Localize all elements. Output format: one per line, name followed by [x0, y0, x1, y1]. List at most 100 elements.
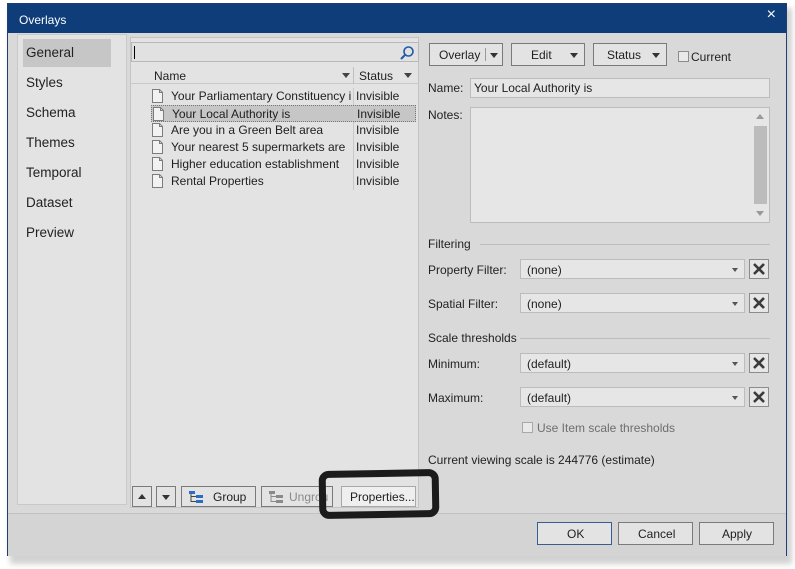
close-icon [753, 357, 765, 369]
search-input[interactable] [131, 42, 419, 62]
scrollbar-thumb[interactable] [754, 126, 767, 204]
nav-item-dataset[interactable]: Dataset [23, 189, 111, 217]
overlay-status: Invisible [356, 174, 400, 188]
overlay-name: Higher education establishment [171, 157, 340, 171]
overlay-list-panel: Name Status Your Parliamentary Constitue… [130, 37, 419, 508]
overlay-status: Invisible [356, 157, 400, 171]
overlay-name: Rental Properties [171, 174, 264, 188]
cell-divider [353, 173, 354, 190]
nav-item-general[interactable]: General [23, 39, 111, 67]
status-menu-label: Status [607, 47, 642, 62]
clear-property-filter-button[interactable] [749, 259, 769, 279]
cell-divider [354, 106, 355, 123]
window-title: Overlays [19, 13, 67, 27]
status-menu-button[interactable]: Status [593, 43, 667, 66]
clear-minimum-button[interactable] [749, 353, 769, 373]
overlay-name: Are you in a Green Belt area [171, 123, 324, 137]
spatial-filter-value: (none) [527, 297, 562, 311]
property-filter-select[interactable]: (none) [520, 259, 745, 279]
column-header-status[interactable]: Status [359, 69, 393, 83]
edit-menu-label: Edit [531, 47, 552, 62]
list-item[interactable]: Your Parliamentary Constituency is Invis… [151, 88, 416, 105]
details-panel: Overlay Edit Status Current Name: Your L… [428, 37, 783, 507]
arrow-up-icon [138, 494, 146, 499]
apply-button[interactable]: Apply [699, 522, 774, 545]
cell-divider [353, 156, 354, 173]
document-icon [152, 140, 163, 154]
spatial-filter-select[interactable]: (none) [520, 293, 745, 313]
nav-item-schema[interactable]: Schema [23, 99, 111, 127]
filtering-heading: Filtering [428, 237, 471, 251]
current-checkbox[interactable] [678, 51, 689, 62]
maximum-scale-select[interactable]: (default) [520, 387, 745, 407]
list-item[interactable]: Are you in a Green Belt area Invisible [151, 122, 416, 139]
scroll-down-icon[interactable] [756, 211, 764, 216]
ok-button-label: OK [567, 526, 585, 541]
chevron-down-icon [732, 396, 738, 400]
overlay-menu-label: Overlay [439, 47, 481, 62]
ungroup-icon [269, 491, 283, 503]
section-divider [480, 244, 770, 245]
overlay-name: Your nearest 5 supermarkets are [171, 140, 346, 154]
ok-button[interactable]: OK [537, 522, 612, 545]
clear-maximum-button[interactable] [749, 387, 769, 407]
notes-field[interactable] [470, 107, 770, 223]
chevron-down-icon [732, 362, 738, 366]
minimum-scale-value: (default) [527, 357, 572, 371]
document-icon [152, 174, 163, 188]
clear-spatial-filter-button[interactable] [749, 293, 769, 313]
name-field[interactable]: Your Local Authority is [470, 78, 770, 98]
overlay-menu-button[interactable]: Overlay [429, 43, 503, 66]
close-icon[interactable]: × [767, 6, 776, 24]
overlay-status: Invisible [357, 107, 401, 121]
nav-item-preview[interactable]: Preview [23, 219, 111, 247]
status-column-dropdown-icon[interactable] [404, 73, 412, 78]
category-nav: General Styles Schema Themes Temporal Da… [17, 34, 127, 505]
notes-scrollbar[interactable] [752, 108, 769, 222]
column-divider[interactable] [353, 67, 354, 84]
split-divider [485, 48, 486, 61]
spatial-filter-label: Spatial Filter: [428, 297, 499, 311]
move-up-button[interactable] [132, 486, 152, 507]
property-filter-value: (none) [527, 263, 562, 277]
text-caret [134, 46, 135, 59]
chevron-down-icon [490, 53, 498, 58]
group-icon [189, 491, 203, 503]
name-column-dropdown-icon[interactable] [342, 73, 350, 78]
use-item-scale-label: Use Item scale thresholds [537, 421, 676, 435]
cell-divider [353, 122, 354, 139]
overlay-status: Invisible [356, 89, 400, 103]
edit-menu-button[interactable]: Edit [511, 43, 585, 66]
column-header-name[interactable]: Name [154, 69, 186, 83]
use-item-scale-checkbox[interactable] [522, 422, 533, 433]
minimum-scale-select[interactable]: (default) [520, 353, 745, 373]
dialog-button-bar: OK Cancel Apply [8, 513, 786, 556]
cancel-button[interactable]: Cancel [618, 522, 693, 545]
list-item[interactable]: Your nearest 5 supermarkets are Invisibl… [151, 139, 416, 156]
overlay-list: Name Status Your Parliamentary Constitue… [131, 67, 418, 498]
nav-item-themes[interactable]: Themes [23, 129, 111, 157]
highlight-annotation [318, 468, 440, 520]
scroll-up-icon[interactable] [756, 114, 764, 119]
apply-button-label: Apply [722, 526, 753, 541]
list-header: Name Status [131, 67, 418, 84]
minimum-label: Minimum: [428, 357, 481, 371]
close-icon [753, 391, 765, 403]
search-icon[interactable] [399, 45, 415, 61]
overlay-status: Invisible [356, 140, 400, 154]
current-checkbox-label: Current [691, 50, 732, 64]
chevron-down-icon [732, 268, 738, 272]
title-bar: Overlays × [8, 4, 786, 33]
cell-divider [353, 88, 354, 105]
group-button[interactable]: Group [181, 486, 256, 507]
list-item[interactable]: Higher education establishment Invisible [151, 156, 416, 173]
close-icon [753, 263, 765, 275]
maximum-scale-value: (default) [527, 391, 572, 405]
chevron-down-icon [652, 53, 660, 58]
property-filter-label: Property Filter: [428, 263, 507, 277]
nav-item-temporal[interactable]: Temporal [23, 159, 111, 187]
list-item[interactable]: Rental Properties Invisible [151, 173, 416, 190]
move-down-button[interactable] [156, 486, 176, 507]
nav-item-styles[interactable]: Styles [23, 69, 111, 97]
list-item-selected[interactable]: Your Local Authority is Invisible [151, 105, 416, 123]
